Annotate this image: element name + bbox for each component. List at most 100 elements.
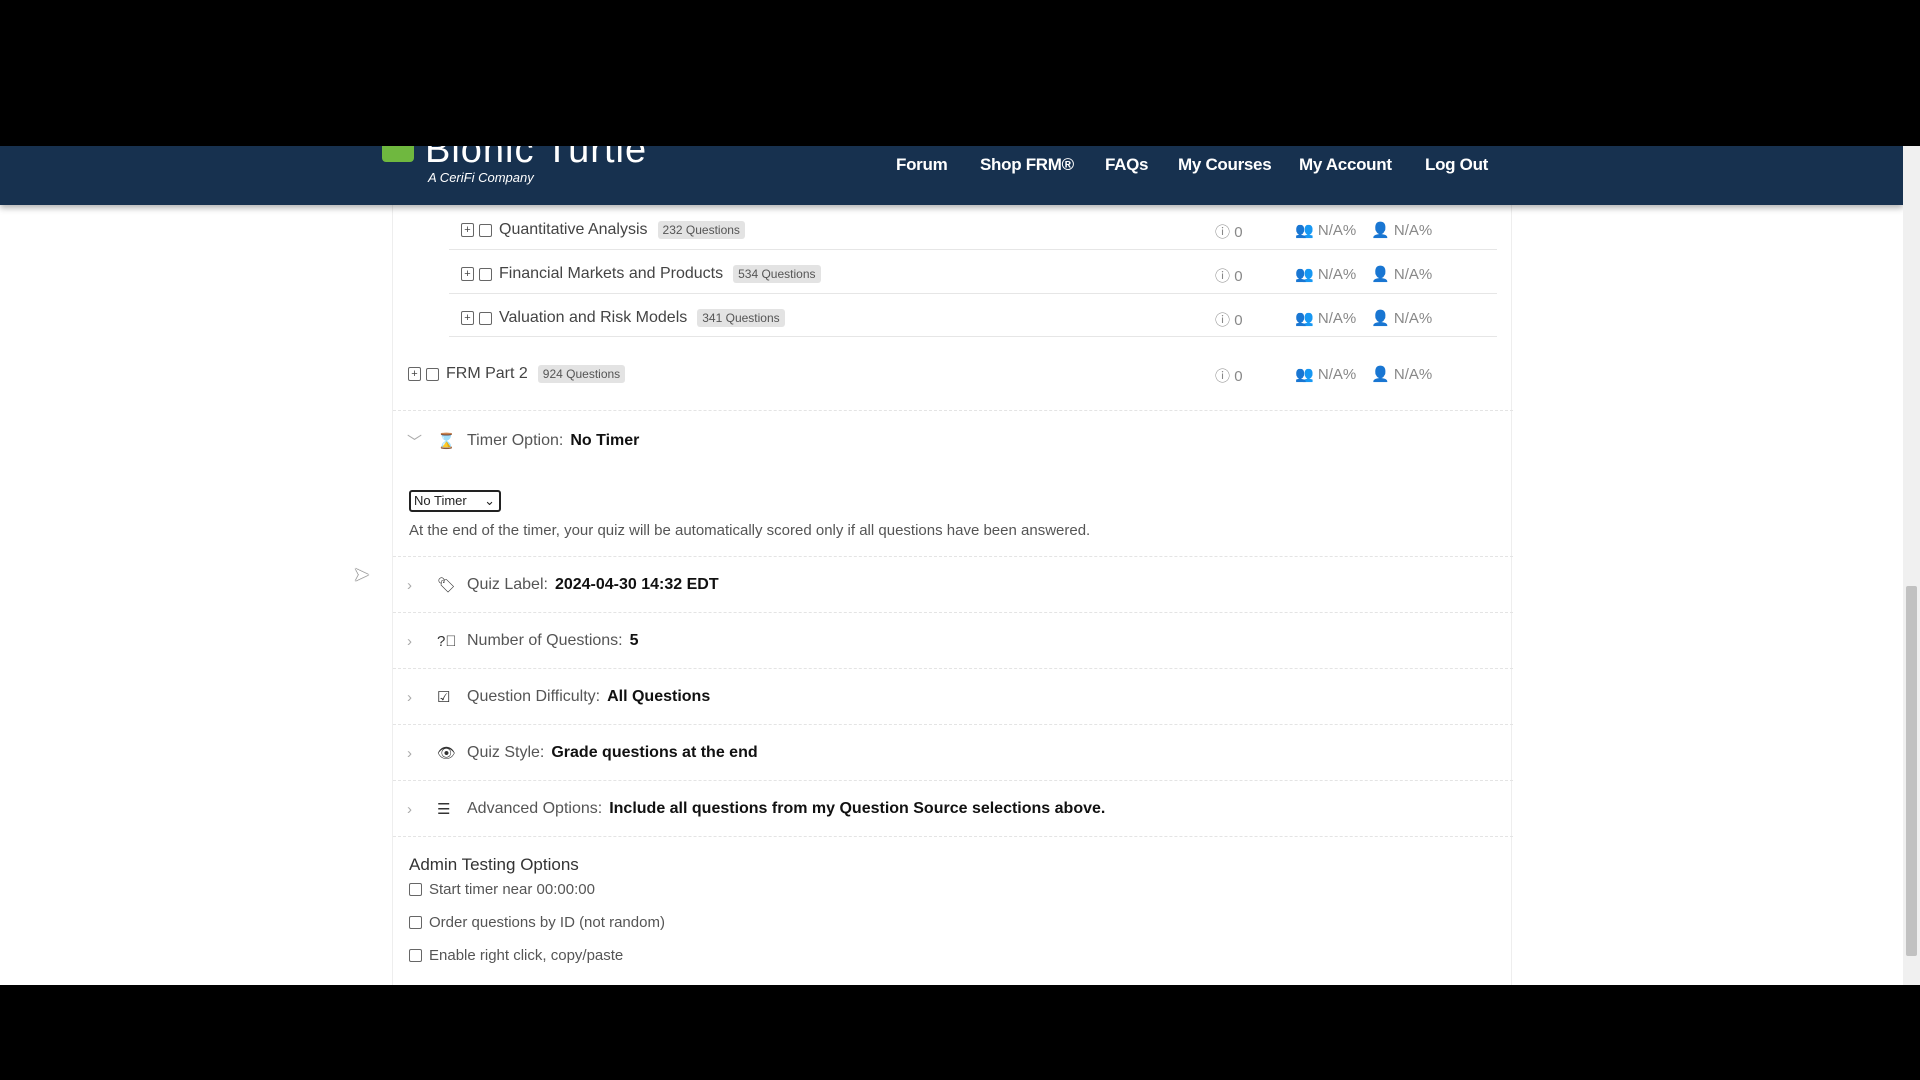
answered-count: 0: [1234, 368, 1243, 385]
group-score: N/A%: [1317, 366, 1357, 383]
question-circle-icon: ?⃝: [437, 632, 457, 650]
users-icon: 👥: [1295, 310, 1314, 327]
timer-note: At the end of the timer, your quiz will …: [409, 522, 1091, 539]
source-name: Financial Markets and Products: [499, 265, 724, 282]
option-label: Quiz Style:: [467, 744, 545, 761]
logo-icon: [382, 146, 414, 162]
group-score: N/A%: [1317, 310, 1357, 327]
users-icon: 👥: [1295, 266, 1314, 283]
quiz-builder-panel: + Quantitative Analysis 232 Questions + F…: [392, 205, 1513, 985]
chevron-right-icon[interactable]: ›: [407, 633, 437, 650]
admin-option: Start timer near 00:00:00: [409, 881, 595, 898]
question-circle-icon: ⓘ: [1215, 368, 1231, 385]
checkbox[interactable]: [409, 916, 422, 929]
source-row: + Quantitative Analysis 232 Questions: [461, 215, 745, 245]
nav-shop[interactable]: Shop FRM®: [980, 155, 1074, 175]
divider: [449, 293, 1497, 294]
source-checkbox[interactable]: [479, 223, 492, 237]
option-label: Quiz Label:: [467, 576, 548, 593]
divider: [393, 612, 1513, 613]
checkbox[interactable]: [409, 949, 422, 962]
source-row: + FRM Part 2 924 Questions: [408, 359, 626, 389]
option-value: 2024-04-30 14:32 EDT: [554, 576, 719, 593]
source-checkbox[interactable]: [479, 311, 492, 325]
option-value: No Timer: [570, 432, 640, 449]
expand-icon[interactable]: +: [461, 267, 474, 281]
personal-score: N/A%: [1393, 266, 1433, 283]
stat-group: 👥 N/A%: [1295, 365, 1356, 383]
quiz-label-row[interactable]: › 🏷 Quiz Label: 2024-04-30 14:32 EDT: [407, 570, 719, 600]
question-circle-icon: ⓘ: [1215, 224, 1231, 241]
personal-score: N/A%: [1393, 222, 1433, 239]
chevron-right-icon[interactable]: ›: [407, 801, 437, 818]
users-icon: 👥: [1295, 366, 1314, 383]
selected-value: No Timer: [414, 493, 467, 508]
stat-group: 👥 N/A%: [1295, 265, 1356, 283]
mouse-cursor-icon: ➤: [353, 564, 370, 586]
timer-option-row[interactable]: ﹀ ⌛ Timer Option: No Timer: [407, 426, 639, 456]
source-row: + Valuation and Risk Models 341 Questions: [461, 303, 785, 333]
question-count-badge: 341 Questions: [697, 309, 785, 327]
nav-faqs[interactable]: FAQs: [1105, 155, 1149, 175]
option-label: Timer Option:: [467, 432, 564, 449]
expand-icon[interactable]: +: [461, 223, 474, 237]
timer-select[interactable]: No Timer ⌄: [409, 490, 501, 512]
eye-icon: 👁: [437, 745, 457, 762]
divider: [393, 556, 1513, 557]
scrollbar-thumb[interactable]: [1906, 586, 1917, 956]
divider: [393, 780, 1513, 781]
nav-log-out[interactable]: Log Out: [1425, 155, 1488, 175]
question-circle-icon: ⓘ: [1215, 312, 1231, 329]
stat-group: 👥 N/A%: [1295, 221, 1356, 239]
checkbox[interactable]: [409, 883, 422, 896]
user-icon: 👤: [1371, 310, 1390, 327]
scrollbar[interactable]: [1903, 146, 1920, 985]
chevron-down-icon[interactable]: ﹀: [407, 431, 437, 452]
personal-score: N/A%: [1393, 366, 1433, 383]
answered-count: 0: [1234, 224, 1243, 241]
expand-icon[interactable]: +: [461, 311, 474, 325]
divider: [393, 668, 1513, 669]
nav-my-account[interactable]: My Account: [1299, 155, 1392, 175]
chevron-right-icon[interactable]: ›: [407, 577, 437, 594]
stat-questions: ⓘ 0: [1215, 309, 1243, 330]
checkbox-icon: ☑: [437, 689, 451, 706]
divider: [393, 836, 1513, 837]
group-score: N/A%: [1317, 222, 1357, 239]
source-row: + Financial Markets and Products 534 Ques…: [461, 259, 821, 289]
logo-subtitle: A CeriFi Company: [428, 170, 534, 185]
option-label: Enable right click, copy/paste: [429, 947, 624, 964]
source-checkbox[interactable]: [479, 267, 492, 281]
stat-personal: 👤 N/A%: [1371, 265, 1432, 283]
divider: [393, 724, 1513, 725]
divider: [449, 336, 1497, 337]
stat-personal: 👤 N/A%: [1371, 365, 1432, 383]
question-count-badge: 924 Questions: [537, 365, 626, 383]
quiz-style-row[interactable]: › 👁 Quiz Style: Grade questions at the end: [407, 738, 758, 768]
chevron-right-icon[interactable]: ›: [407, 745, 437, 762]
users-icon: 👥: [1295, 222, 1314, 239]
logo[interactable]: Bionic Turtle: [425, 146, 647, 170]
user-icon: 👤: [1371, 222, 1390, 239]
answered-count: 0: [1234, 268, 1243, 285]
answered-count: 0: [1234, 312, 1243, 329]
admin-option: Enable right click, copy/paste: [409, 947, 623, 964]
chevron-down-icon: ⌄: [484, 493, 495, 508]
source-name: FRM Part 2: [446, 365, 528, 382]
question-difficulty-row[interactable]: › ☑ Question Difficulty: All Questions: [407, 682, 710, 712]
advanced-options-row[interactable]: › ☰ Advanced Options: Include all question…: [407, 794, 1105, 824]
nav-forum[interactable]: Forum: [896, 155, 948, 175]
option-label: Question Difficulty:: [467, 688, 601, 705]
chevron-right-icon[interactable]: ›: [407, 689, 437, 706]
personal-score: N/A%: [1393, 310, 1433, 327]
nav-my-courses[interactable]: My Courses: [1178, 155, 1272, 175]
expand-icon[interactable]: +: [408, 367, 421, 381]
user-icon: 👤: [1371, 366, 1390, 383]
question-count-badge: 534 Questions: [733, 265, 821, 283]
option-value: All Questions: [607, 688, 711, 705]
number-of-questions-row[interactable]: › ?⃝ Number of Questions: 5: [407, 626, 639, 656]
source-checkbox[interactable]: [426, 367, 439, 381]
divider: [449, 249, 1497, 250]
question-count-badge: 232 Questions: [657, 221, 745, 239]
option-value: 5: [629, 632, 639, 649]
